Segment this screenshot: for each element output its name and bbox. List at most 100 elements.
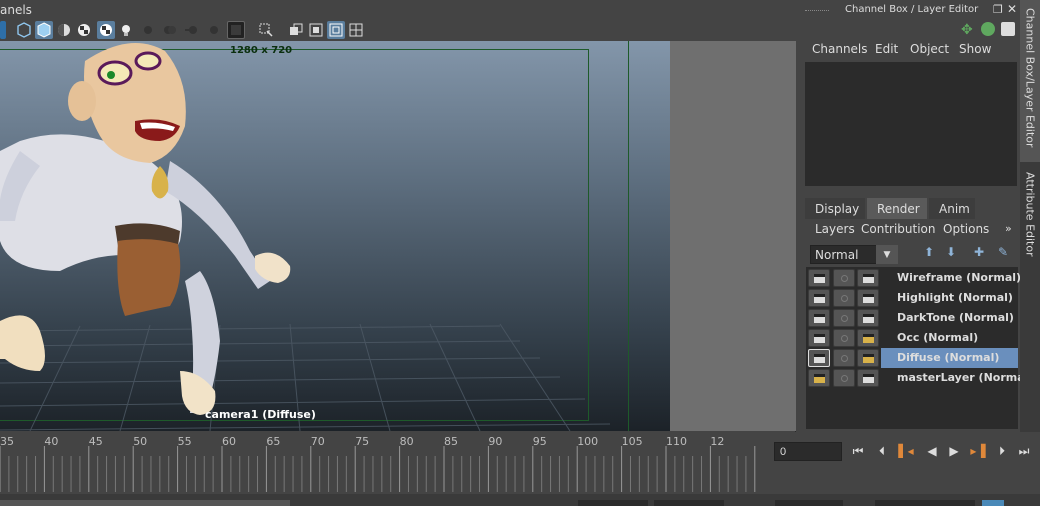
tick-label: 90 <box>488 435 503 448</box>
all-lights-icon[interactable] <box>117 21 135 39</box>
auto-key-icon[interactable] <box>982 500 1004 506</box>
render-layer-name: Wireframe (Normal) <box>881 268 1021 288</box>
renderable-toggle-icon[interactable] <box>808 269 830 287</box>
render-layer-row[interactable]: Highlight (Normal) <box>806 288 1018 308</box>
panels-menu[interactable]: anels <box>0 3 32 17</box>
render-settings-icon[interactable] <box>857 369 879 387</box>
tab-render[interactable]: Render <box>867 198 927 219</box>
go-to-end-icon[interactable]: ⏭ <box>1014 440 1034 462</box>
render-settings-icon[interactable] <box>857 329 879 347</box>
float-window-icon[interactable]: ❐ <box>993 3 1003 16</box>
anim-layer-field[interactable] <box>775 500 843 506</box>
tick-label: 85 <box>444 435 458 448</box>
character-model[interactable] <box>0 41 320 431</box>
more-options-icon[interactable]: » <box>1005 222 1012 235</box>
circle-icon <box>841 295 848 302</box>
step-back-frame-icon[interactable]: ⏴ <box>872 440 892 462</box>
drag-grip[interactable] <box>805 10 829 12</box>
two-d-pan-icon[interactable] <box>327 21 345 39</box>
renderable-toggle-icon[interactable] <box>808 289 830 307</box>
smooth-shade-icon[interactable] <box>15 21 33 39</box>
go-to-start-icon[interactable]: ⏮ <box>848 440 868 462</box>
render-layer-row[interactable]: Occ (Normal) <box>806 328 1018 348</box>
render-settings-icon[interactable] <box>857 349 879 367</box>
render-layer-name: Occ (Normal) <box>881 328 1018 348</box>
tab-display[interactable]: Display <box>805 198 865 219</box>
step-forward-frame-icon[interactable]: ⏵ <box>992 440 1012 462</box>
channels-menu[interactable]: Channels <box>812 42 868 56</box>
step-back-key-icon[interactable]: ▌◂ <box>896 440 916 462</box>
range-slider[interactable] <box>0 500 290 506</box>
tab-channel-box-layer-editor[interactable]: Channel Box/Layer Editor <box>1020 0 1040 162</box>
renderable-toggle-icon[interactable] <box>808 309 830 327</box>
move-layer-up-icon[interactable]: ⬆ <box>920 243 938 261</box>
range-slider-strip <box>0 494 1040 506</box>
new-empty-layer-icon[interactable]: ✚ <box>970 243 988 261</box>
camera-attributes-icon[interactable] <box>287 21 305 39</box>
time-slider[interactable]: 35 40 45 50 55 60 65 70 75 80 85 90 95 100 105 110 12 <box>0 432 768 494</box>
range-field[interactable] <box>654 500 724 506</box>
step-forward-key-icon[interactable]: ▸▐ <box>968 440 988 462</box>
render-layer-row[interactable]: masterLayer (Normal) <box>806 368 1033 388</box>
current-frame-field[interactable] <box>774 442 842 461</box>
new-layer-from-selected-icon[interactable]: ✎ <box>994 243 1012 261</box>
character-set-field[interactable] <box>875 500 975 506</box>
close-icon[interactable]: ✕ <box>1007 2 1017 16</box>
render-settings-icon[interactable] <box>857 269 879 287</box>
tick-label: 50 <box>133 435 148 448</box>
range-field[interactable] <box>578 500 648 506</box>
chevron-down-icon[interactable]: ▼ <box>876 245 898 264</box>
render-layer-row[interactable]: DarkTone (Normal) <box>806 308 1018 328</box>
tick-label: 110 <box>666 435 687 448</box>
channel-box-area[interactable] <box>805 62 1017 186</box>
tick-label: 35 <box>0 435 14 448</box>
show-menu[interactable]: Show <box>959 42 991 56</box>
depth-of-field-icon[interactable] <box>227 21 245 39</box>
textured-icon[interactable] <box>75 21 93 39</box>
recycle-toggle-icon[interactable] <box>833 309 855 327</box>
recycle-toggle-icon[interactable] <box>833 289 855 307</box>
renderable-toggle-icon[interactable] <box>808 349 830 367</box>
play-forwards-icon[interactable]: ▶ <box>944 440 964 462</box>
ambient-occlusion-icon[interactable] <box>161 21 179 39</box>
motion-blur-icon[interactable] <box>183 21 201 39</box>
layers-menu[interactable]: Layers <box>815 222 855 236</box>
render-layer-row[interactable]: Diffuse (Normal) <box>806 348 1018 368</box>
recycle-toggle-icon[interactable] <box>833 329 855 347</box>
toggle-panel-icon[interactable] <box>1001 22 1015 36</box>
play-backwards-icon[interactable]: ◀ <box>922 440 942 462</box>
contribution-menu[interactable]: Contribution <box>861 222 936 236</box>
render-layer-name: Highlight (Normal) <box>881 288 1018 308</box>
tick-label: 75 <box>355 435 370 448</box>
options-menu[interactable]: Options <box>943 222 989 236</box>
select-camera-icon[interactable] <box>257 21 275 39</box>
tab-attribute-editor[interactable]: Attribute Editor <box>1020 164 1040 274</box>
antialiasing-icon[interactable] <box>205 21 223 39</box>
default-material-icon[interactable] <box>35 21 53 39</box>
wireframe-shading-icon[interactable] <box>0 21 6 39</box>
shadows-icon[interactable] <box>139 21 157 39</box>
tab-anim[interactable]: Anim <box>929 198 975 219</box>
object-menu[interactable]: Object <box>910 42 949 56</box>
3d-viewport[interactable]: 1280 x 720 camera1 (Diffuse) <box>0 41 796 431</box>
renderable-toggle-icon[interactable] <box>808 369 830 387</box>
render-settings-icon[interactable] <box>857 309 879 327</box>
tick-label: 12 <box>710 435 725 448</box>
clapboard-icon <box>814 274 825 283</box>
recycle-toggle-icon[interactable] <box>833 269 855 287</box>
image-plane-icon[interactable] <box>307 21 325 39</box>
recycle-toggle-icon[interactable] <box>833 349 855 367</box>
time-ruler[interactable] <box>0 432 768 492</box>
manipulator-settings-icon[interactable] <box>981 22 995 36</box>
tick-label: 105 <box>621 435 643 448</box>
recycle-toggle-icon[interactable] <box>833 369 855 387</box>
edit-menu[interactable]: Edit <box>875 42 898 56</box>
xray-icon[interactable] <box>55 21 73 39</box>
grid-icon[interactable] <box>347 21 365 39</box>
render-settings-icon[interactable] <box>857 289 879 307</box>
renderable-toggle-icon[interactable] <box>808 329 830 347</box>
render-layer-row[interactable]: Wireframe (Normal) <box>806 268 1021 288</box>
backface-icon[interactable] <box>97 21 115 39</box>
move-layer-down-icon[interactable]: ⬇ <box>942 243 960 261</box>
axis-manipulator-icon[interactable]: ✥ <box>961 22 973 38</box>
